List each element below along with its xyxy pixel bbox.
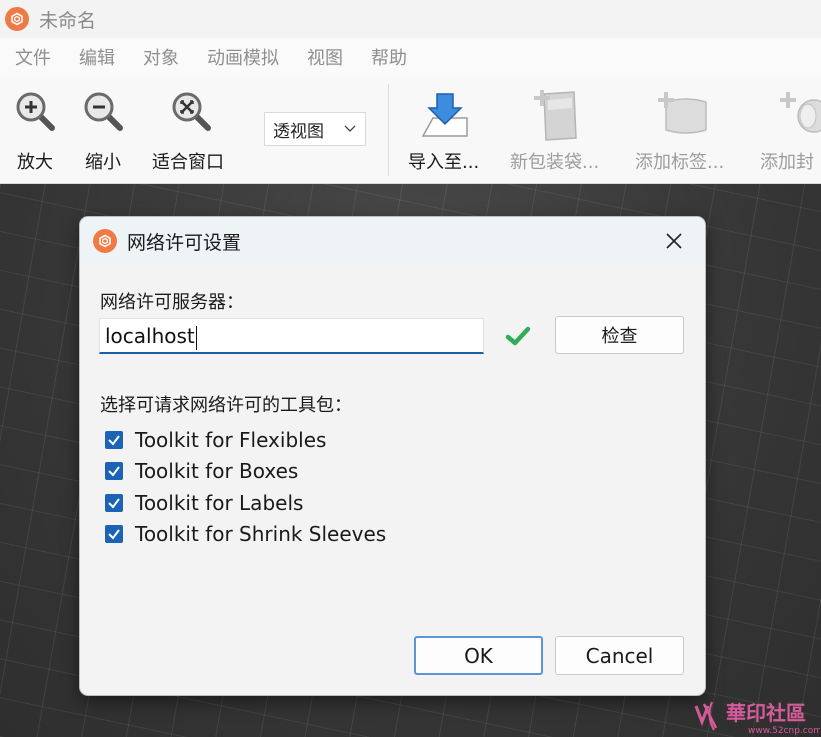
checkbox-check-icon (108, 498, 120, 509)
fit-window-button[interactable]: 适合窗口 (150, 76, 240, 183)
toolkit-labels-row[interactable]: Toolkit for Labels (105, 489, 303, 517)
zoom-in-button[interactable]: 放大 (10, 76, 65, 183)
toolkit-shrink-sleeves-label: Toolkit for Shrink Sleeves (135, 522, 387, 546)
zoom-out-icon (84, 92, 123, 131)
title-bar: 未命名 (0, 0, 821, 38)
toolkit-labels-checkbox[interactable] (105, 494, 123, 512)
zoom-in-icon (16, 92, 55, 131)
app-logo-icon (5, 7, 29, 31)
import-to-button[interactable]: 导入至... (405, 76, 490, 183)
text-caret (195, 325, 197, 350)
zoom-in-label: 放大 (17, 152, 53, 173)
toolkit-shrink-sleeves-checkbox[interactable] (105, 525, 123, 543)
fit-window-label: 适合窗口 (152, 152, 224, 173)
checkbox-check-icon (108, 529, 120, 540)
checkmark-icon (505, 326, 531, 346)
add-seal-label: 添加封 (760, 152, 814, 173)
toolkit-boxes-checkbox[interactable] (105, 462, 123, 480)
menu-animation[interactable]: 动画模拟 (207, 44, 279, 70)
toolkit-flexibles-checkbox[interactable] (105, 431, 123, 449)
import-to-label: 导入至... (408, 152, 480, 173)
toolkit-shrink-sleeves-row[interactable]: Toolkit for Shrink Sleeves (105, 520, 386, 548)
view-mode-value: 透视图 (273, 121, 324, 142)
toolbar-divider (388, 84, 389, 176)
app-logo-icon (93, 229, 117, 253)
zoom-out-label: 缩小 (85, 152, 121, 173)
cancel-button[interactable]: Cancel (555, 636, 684, 675)
chevron-down-icon (344, 125, 356, 132)
new-pack-button[interactable]: 新包装袋... (508, 76, 618, 183)
add-label-button[interactable]: 添加标签... (632, 76, 742, 183)
toolkit-flexibles-label: Toolkit for Flexibles (135, 428, 327, 452)
view-mode-select[interactable]: 透视图 (264, 112, 366, 146)
close-button[interactable] (660, 227, 688, 255)
add-label-icon (658, 92, 707, 134)
ok-button[interactable]: OK (414, 636, 543, 675)
toolkit-boxes-row[interactable]: Toolkit for Boxes (105, 457, 298, 485)
new-pouch-icon (534, 90, 577, 141)
import-icon (421, 93, 468, 137)
window-title: 未命名 (39, 9, 97, 32)
site-watermark-logo: 華印社區 www.52cnp.com (694, 701, 820, 736)
add-seal-button[interactable]: 添加封 (758, 76, 821, 183)
new-pack-label: 新包装袋... (510, 152, 600, 173)
menu-help[interactable]: 帮助 (371, 44, 407, 70)
menu-edit[interactable]: 编辑 (79, 44, 115, 70)
menu-object[interactable]: 对象 (143, 44, 179, 70)
watermark-title: 華印社區 (726, 701, 806, 725)
checkbox-check-icon (108, 466, 120, 477)
toolkit-flexibles-row[interactable]: Toolkit for Flexibles (105, 426, 326, 454)
toolkit-labels-label: Toolkit for Labels (135, 491, 304, 515)
close-icon (666, 233, 682, 249)
add-seal-icon (780, 92, 821, 133)
network-license-dialog: 网络许可设置 网络许可服务器： localhost 检查 选择可请求网络许可的工… (80, 217, 705, 695)
menu-bar: 文件 编辑 对象 动画模拟 视图 帮助 (0, 38, 821, 76)
license-server-value: localhost (105, 324, 195, 348)
toolkits-label: 选择可请求网络许可的工具包： (100, 395, 352, 416)
add-label-label: 添加标签... (635, 152, 725, 173)
license-server-input[interactable]: localhost (99, 318, 484, 354)
menu-view[interactable]: 视图 (307, 44, 343, 70)
dialog-header: 网络许可设置 (80, 217, 705, 265)
server-label: 网络许可服务器： (100, 292, 244, 313)
dialog-title: 网络许可设置 (127, 231, 242, 254)
watermark-url: www.52cnp.com (748, 726, 820, 736)
fit-window-icon (172, 92, 211, 131)
checkbox-check-icon (108, 435, 120, 446)
toolbar: 放大 缩小 适合窗口 导入至... 新包装袋... 添加标签... 添加封 (0, 76, 821, 184)
check-button[interactable]: 检查 (555, 316, 684, 354)
menu-file[interactable]: 文件 (15, 44, 51, 70)
zoom-out-button[interactable]: 缩小 (80, 76, 135, 183)
toolkit-boxes-label: Toolkit for Boxes (135, 459, 299, 483)
